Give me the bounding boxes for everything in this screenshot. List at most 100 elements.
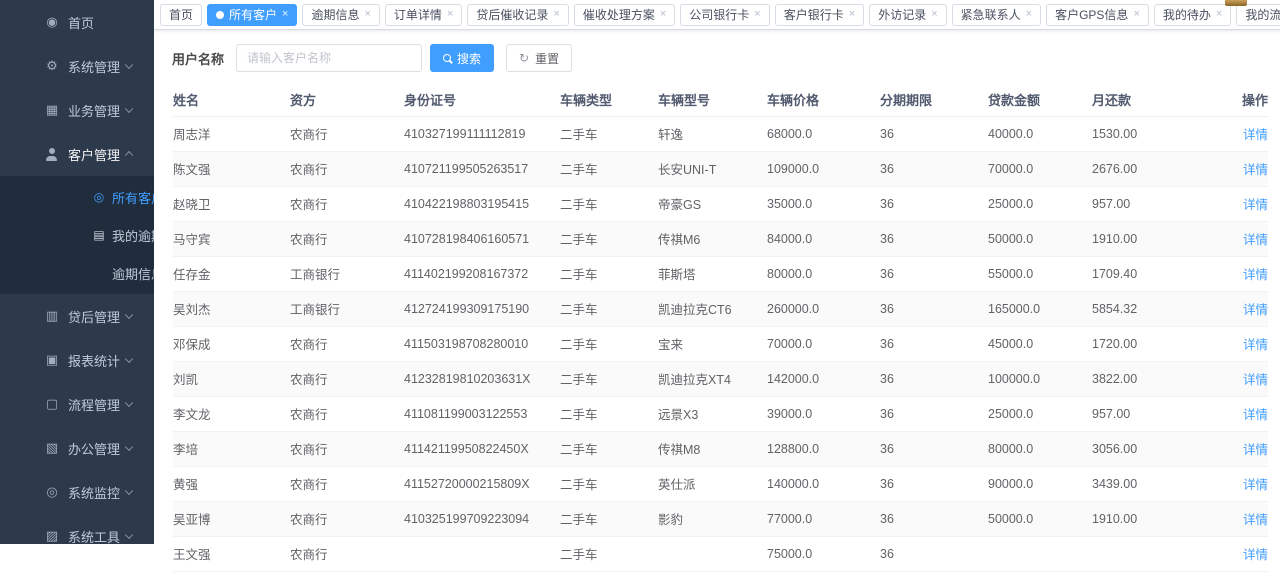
- sidebar-item-business[interactable]: ▦业务管理: [0, 88, 154, 132]
- table-cell: 36: [880, 396, 988, 431]
- detail-link[interactable]: 详情: [1243, 198, 1268, 212]
- close-icon[interactable]: ×: [1026, 9, 1032, 20]
- detail-link[interactable]: 详情: [1243, 268, 1268, 282]
- tab-label: 公司银行卡: [689, 6, 749, 23]
- table-header-row: 姓名资方身份证号车辆类型车辆型号车辆价格分期期限贷款金额月还款操作: [173, 84, 1268, 116]
- sidebar-item-overdue-info[interactable]: 逾期信息: [0, 254, 154, 292]
- tab-visit-record[interactable]: 外访记录×: [869, 4, 946, 26]
- table-cell: 影豹: [658, 501, 767, 536]
- table-cell: 957.00: [1092, 186, 1213, 221]
- close-icon[interactable]: ×: [282, 9, 288, 20]
- close-icon[interactable]: ×: [660, 9, 666, 20]
- tab-my-process[interactable]: 我的流程×: [1236, 4, 1280, 26]
- sidebar-item-report[interactable]: ▣报表统计: [0, 338, 154, 382]
- detail-link[interactable]: 详情: [1243, 373, 1268, 387]
- tab-customer-bankcard[interactable]: 客户银行卡×: [775, 4, 864, 26]
- tab-customer-gps[interactable]: 客户GPS信息 ×: [1046, 4, 1149, 26]
- reset-button[interactable]: ↻ 重置: [506, 44, 572, 72]
- detail-link[interactable]: 详情: [1243, 478, 1268, 492]
- tab-company-bankcard[interactable]: 公司银行卡 ×: [680, 4, 769, 26]
- table-row: 李培农商行41142119950822450X二手车传祺M8128800.036…: [173, 431, 1268, 466]
- table-cell: 35000.0: [767, 186, 880, 221]
- tab-my-todo[interactable]: 我的待办×: [1154, 4, 1231, 26]
- username-label: 用户名称: [172, 49, 224, 68]
- sidebar-item-label: 首页: [68, 13, 94, 32]
- detail-link[interactable]: 详情: [1243, 303, 1268, 317]
- table-cell: 36: [880, 326, 988, 361]
- sidebar-item-monitor[interactable]: ◎系统监控: [0, 470, 154, 514]
- close-icon[interactable]: ×: [849, 9, 855, 20]
- close-icon[interactable]: ×: [364, 9, 370, 20]
- close-icon[interactable]: ×: [1133, 9, 1139, 20]
- search-button[interactable]: 搜索: [430, 44, 494, 72]
- detail-link[interactable]: 详情: [1243, 163, 1268, 177]
- chevron-down-icon: [125, 531, 133, 539]
- tab-order-detail[interactable]: 订单详情×: [385, 4, 462, 26]
- tab-collection-plan[interactable]: 催收处理方案×: [574, 4, 675, 26]
- sidebar-item-tools[interactable]: ▨系统工具: [0, 514, 154, 544]
- table-cell: 详情: [1213, 361, 1268, 396]
- top-edge-artifact: [1225, 0, 1247, 6]
- sidebar-item-home[interactable]: ◉首页: [0, 0, 154, 44]
- sidebar-item-label: 逾期信息: [112, 264, 154, 283]
- sidebar-item-label: 贷后管理: [68, 307, 120, 326]
- table-cell: 二手车: [560, 116, 658, 151]
- detail-link[interactable]: 详情: [1243, 338, 1268, 352]
- sidebar-item-system[interactable]: ⚙系统管理: [0, 44, 154, 88]
- table-cell: 142000.0: [767, 361, 880, 396]
- table-cell: 王文强: [173, 536, 290, 571]
- sidebar-item-customer[interactable]: 客户管理: [0, 132, 154, 176]
- sidebar-item-post-loan[interactable]: ▥贷后管理: [0, 294, 154, 338]
- sidebar-item-process[interactable]: ▢流程管理: [0, 382, 154, 426]
- tab-label: 客户GPS信息: [1055, 6, 1128, 23]
- all-customers-icon: ◎: [92, 190, 106, 204]
- tab-home[interactable]: 首页: [160, 4, 202, 26]
- detail-link[interactable]: 详情: [1243, 233, 1268, 247]
- sidebar-item-office[interactable]: ▧办公管理: [0, 426, 154, 470]
- sidebar-item-label: 办公管理: [68, 439, 120, 458]
- detail-link[interactable]: 详情: [1243, 128, 1268, 142]
- detail-link[interactable]: 详情: [1243, 408, 1268, 422]
- report-icon: ▣: [44, 352, 60, 368]
- close-icon[interactable]: ×: [931, 9, 937, 20]
- table-cell: 详情: [1213, 116, 1268, 151]
- close-icon[interactable]: ×: [1216, 9, 1222, 20]
- tab-overdue-info[interactable]: 逾期信息×: [302, 4, 379, 26]
- table-cell: 165000.0: [988, 291, 1092, 326]
- close-icon[interactable]: ×: [447, 9, 453, 20]
- tab-label: 所有客户: [229, 6, 277, 23]
- close-icon[interactable]: ×: [754, 9, 760, 20]
- column-header: 月还款: [1092, 84, 1213, 116]
- detail-link[interactable]: 详情: [1243, 548, 1268, 562]
- table-cell: 410325199709223094: [404, 501, 560, 536]
- tab-emergency-contact[interactable]: 紧急联系人×: [952, 4, 1041, 26]
- sidebar-item-my-overdue[interactable]: ▤我的逾期: [0, 216, 154, 254]
- sidebar-item-all-customers[interactable]: ◎ 所有客户: [0, 178, 154, 216]
- table-cell: 75000.0: [767, 536, 880, 571]
- monitor-icon: ◎: [44, 484, 60, 500]
- customer-name-input[interactable]: [236, 44, 422, 72]
- table-cell: 详情: [1213, 221, 1268, 256]
- chevron-down-icon: [125, 487, 133, 495]
- table-cell: 农商行: [290, 326, 404, 361]
- tools-icon: ▨: [44, 528, 60, 544]
- table-cell: 帝豪GS: [658, 186, 767, 221]
- detail-link[interactable]: 详情: [1243, 513, 1268, 527]
- table-cell: 411503198708280010: [404, 326, 560, 361]
- customer-table: 姓名资方身份证号车辆类型车辆型号车辆价格分期期限贷款金额月还款操作 周志洋农商行…: [173, 84, 1268, 584]
- sidebar-item-label: 所有客户: [112, 188, 154, 207]
- table-cell: 详情: [1213, 291, 1268, 326]
- table-cell: 二手车: [560, 536, 658, 571]
- table-cell: 英仕派: [658, 466, 767, 501]
- active-dot: [216, 11, 224, 19]
- close-icon[interactable]: ×: [553, 9, 559, 20]
- detail-link[interactable]: 详情: [1243, 443, 1268, 457]
- table-cell: 55000.0: [988, 256, 1092, 291]
- tab-collection-record[interactable]: 贷后催收记录×: [467, 4, 568, 26]
- table-cell: 详情: [1213, 536, 1268, 571]
- search-icon: [443, 54, 451, 62]
- table-cell: 40000.0: [988, 116, 1092, 151]
- tab-all-customers[interactable]: 所有客户 ×: [207, 4, 297, 26]
- user-icon: [45, 148, 58, 161]
- table-cell: 2676.00: [1092, 151, 1213, 186]
